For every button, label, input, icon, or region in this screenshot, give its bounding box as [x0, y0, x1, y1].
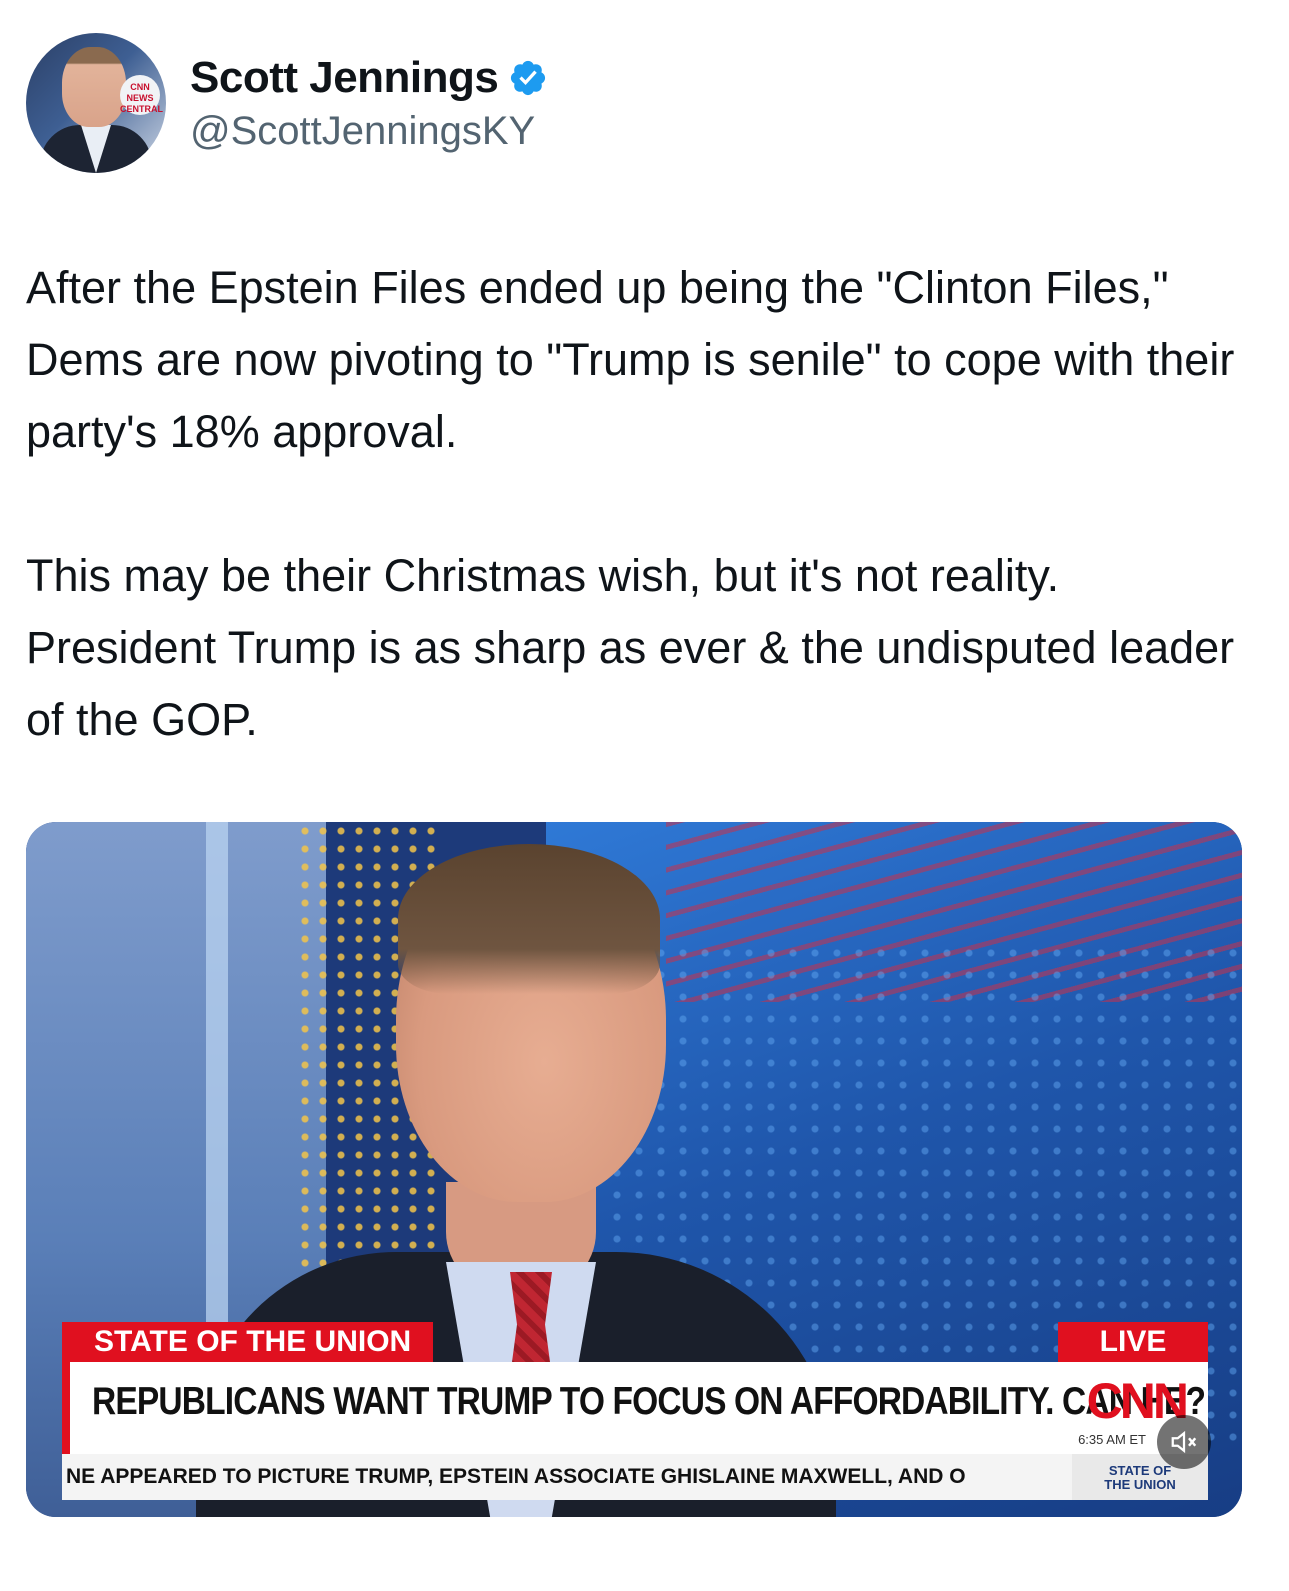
speaker-muted-icon: [1171, 1430, 1197, 1454]
chyron-headline-bar: REPUBLICANS WANT TRUMP TO FOCUS ON AFFOR…: [62, 1362, 1208, 1454]
show-tag: STATE OF THE UNION: [62, 1322, 434, 1362]
media-video[interactable]: STATE OF THE UNION LIVE REPUBLICANS WANT…: [26, 822, 1242, 1517]
avatar[interactable]: CNN NEWS CENTRAL: [26, 33, 166, 173]
chyron-top-bar: STATE OF THE UNION LIVE: [62, 1322, 1208, 1362]
handle[interactable]: @ScottJenningsKY: [190, 109, 548, 154]
chyron-headline: REPUBLICANS WANT TRUMP TO FOCUS ON AFFOR…: [92, 1380, 1206, 1423]
tweet-header: CNN NEWS CENTRAL Scott Jennings @ScottJenn…: [26, 33, 548, 173]
author-info: Scott Jennings @ScottJenningsKY: [190, 53, 548, 154]
avatar-network-logo: CNN NEWS CENTRAL: [120, 75, 163, 115]
verified-badge-icon: [511, 60, 546, 95]
guest-hair: [398, 844, 660, 994]
live-tag: LIVE: [1058, 1322, 1208, 1362]
avatar-face: [62, 47, 126, 127]
tweet-text: After the Epstein Files ended up being t…: [26, 262, 1235, 745]
ticker-brand-line2: THE UNION: [1104, 1477, 1176, 1492]
news-ticker: NE APPEARED TO PICTURE TRUMP, EPSTEIN AS…: [62, 1454, 1072, 1500]
studio-pillar: [206, 822, 228, 1342]
broadcast-clock: 6:35 AM ET: [1078, 1432, 1146, 1447]
mute-button[interactable]: [1157, 1415, 1211, 1469]
display-name[interactable]: Scott Jennings: [190, 53, 499, 103]
name-row: Scott Jennings: [190, 53, 548, 103]
